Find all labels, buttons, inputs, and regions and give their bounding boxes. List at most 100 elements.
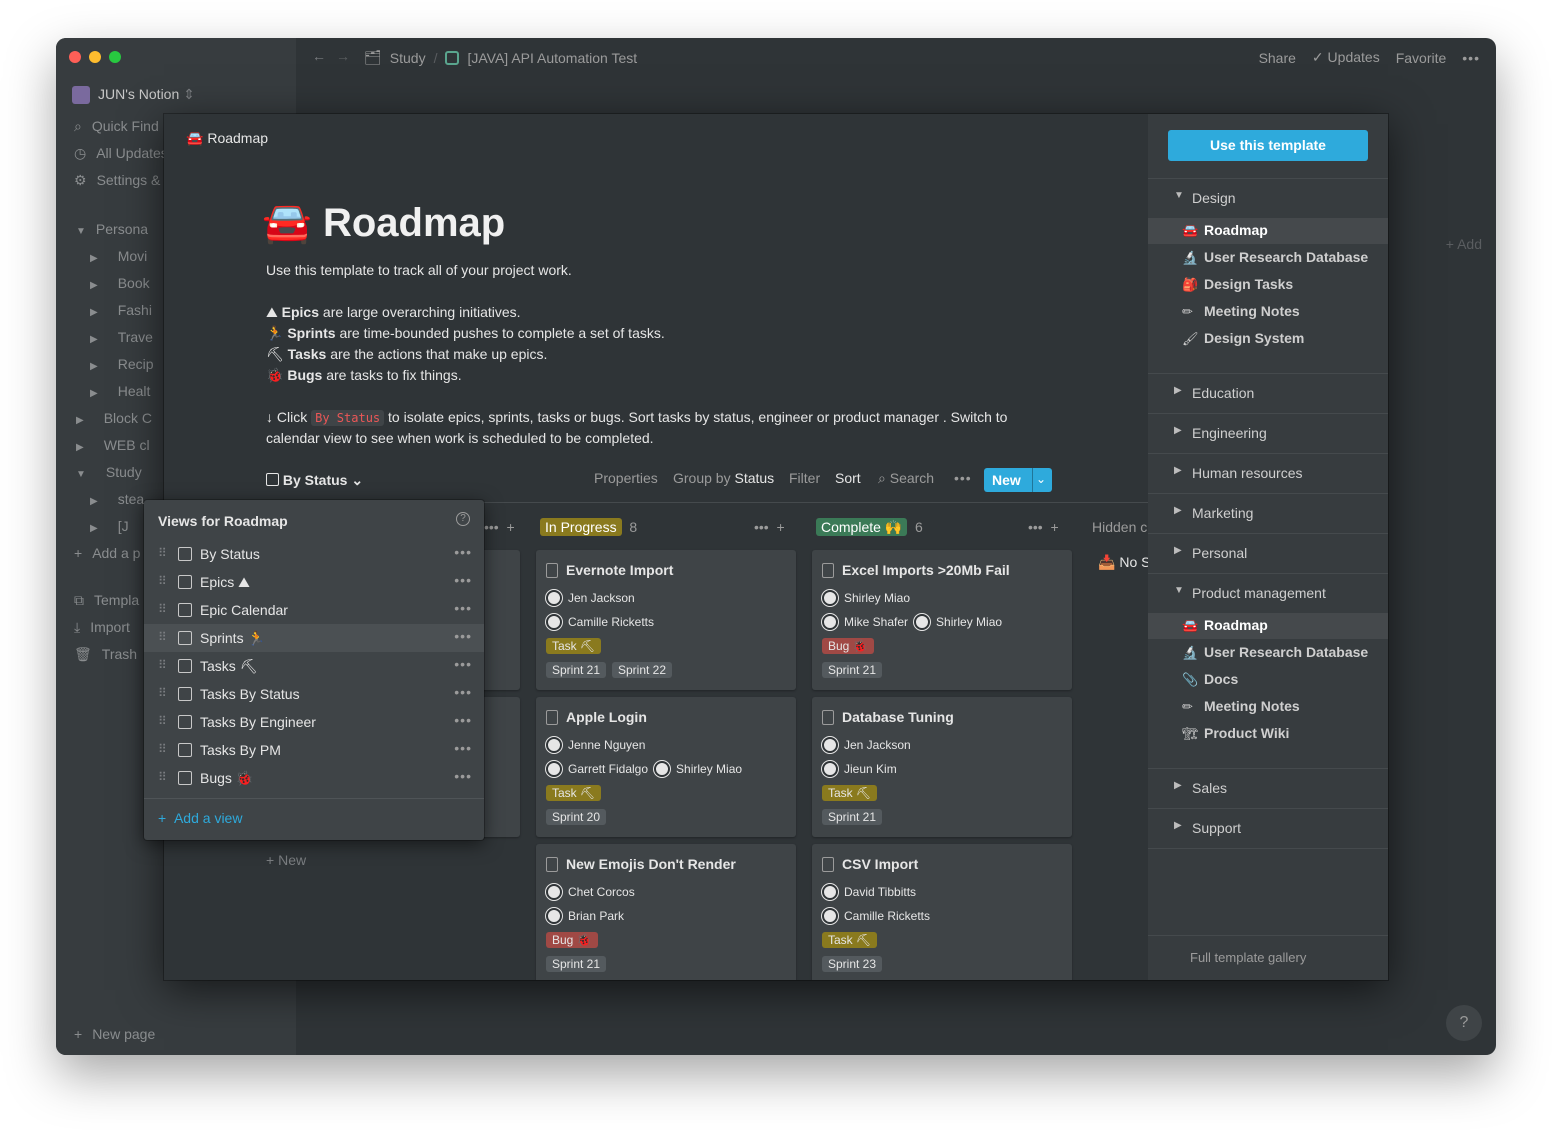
sidebar-page[interactable]: ▶ stea	[90, 491, 144, 507]
breadcrumb-item[interactable]: Study	[390, 50, 426, 66]
template-item[interactable]: ✏ Meeting Notes	[1148, 299, 1388, 325]
sidebar-page[interactable]: ▶ Fashi	[90, 302, 152, 318]
updates-button[interactable]: ✓ Updates	[1312, 49, 1380, 66]
board-card[interactable]: Database Tuning Jen Jackson Jieun Kim Ta…	[812, 697, 1072, 837]
use-template-button[interactable]: Use this template	[1168, 130, 1368, 161]
mountain-icon: ⛰	[266, 304, 278, 320]
card-person: Brian Park	[546, 908, 624, 924]
sidebar-page[interactable]: ▶ WEB cl	[76, 437, 150, 453]
view-row[interactable]: ⠿ By Status •••	[144, 540, 484, 568]
template-item[interactable]: ✏ Meeting Notes	[1148, 694, 1388, 720]
template-item[interactable]: 🏗 Product Wiki	[1148, 721, 1388, 747]
template-item[interactable]: 🔬 User Research Database	[1148, 640, 1388, 666]
more-icon[interactable]: •••	[454, 600, 472, 616]
breadcrumb-item[interactable]: [JAVA] API Automation Test	[467, 50, 637, 66]
sidebar-page[interactable]: ▼ Persona	[76, 221, 148, 237]
template-item-roadmap[interactable]: 🚘 Roadmap	[1148, 218, 1388, 244]
column-header-complete: Complete 🙌 6	[816, 518, 923, 537]
more-icon[interactable]: •••	[454, 712, 472, 728]
more-icon[interactable]: •••	[954, 470, 972, 486]
view-row[interactable]: ⠿ Tasks By PM •••	[144, 736, 484, 764]
view-row[interactable]: ⠿ Epic Calendar •••	[144, 596, 484, 624]
column-menu-hidden[interactable]: ••• +	[484, 519, 515, 537]
templates[interactable]: ⧉ Templa	[74, 592, 139, 609]
more-icon[interactable]: •••	[454, 572, 472, 588]
add-view-button[interactable]: + Add a view	[158, 810, 242, 826]
minimize-window-button[interactable]	[89, 51, 101, 63]
board-card[interactable]: CSV Import David Tibbitts Camille Ricket…	[812, 844, 1072, 980]
view-switcher[interactable]: By Status ⌄	[266, 472, 363, 489]
backpack-icon: 🎒	[1182, 277, 1199, 292]
filter-button[interactable]: Filter	[789, 470, 820, 486]
column-actions[interactable]: ••• +	[754, 519, 785, 537]
template-item[interactable]: 🖌 Design System	[1148, 326, 1388, 352]
card-person: Chet Corcos	[546, 884, 635, 900]
workspace-switcher[interactable]: JUN's Notion ⇕	[72, 86, 195, 105]
search-button[interactable]: ⌕ Search	[878, 470, 934, 487]
new-button[interactable]: New ⌄	[984, 468, 1052, 492]
help-button[interactable]: ?	[1446, 1005, 1482, 1041]
more-icon[interactable]: •••	[454, 656, 472, 672]
card-title: Apple Login	[566, 709, 647, 725]
view-row[interactable]: ⠿ Tasks ⛏ •••	[144, 652, 484, 680]
view-row[interactable]: ⠿ Tasks By Engineer •••	[144, 708, 484, 736]
document-icon	[546, 563, 558, 578]
bug-icon: 🐞	[266, 367, 284, 383]
sidebar-page[interactable]: ▶ Block C	[76, 410, 152, 426]
new-page[interactable]: + New page	[74, 1026, 155, 1042]
import[interactable]: ⤓ Import	[74, 619, 130, 636]
template-item[interactable]: 🔬 User Research Database	[1148, 245, 1388, 271]
view-row[interactable]: ⠿ Epics ⛰ •••	[144, 568, 484, 596]
more-icon[interactable]: •••	[454, 628, 472, 644]
board-card[interactable]: Excel Imports >20Mb Fail Shirley Miao Mi…	[812, 550, 1072, 690]
chevron-down-icon[interactable]: ⌄	[1036, 472, 1046, 486]
column-header-in-progress: In Progress 8	[540, 518, 637, 537]
more-icon[interactable]: •••	[454, 768, 472, 784]
view-row[interactable]: ⠿ Tasks By Status •••	[144, 680, 484, 708]
sidebar-page[interactable]: ▶ [J	[90, 518, 129, 534]
sidebar-page[interactable]: ▶ Movi	[90, 248, 147, 264]
quick-find[interactable]: ⌕ Quick Find	[74, 118, 159, 135]
group-by-button[interactable]: Group by Status	[673, 470, 774, 486]
help-icon[interactable]: ?	[456, 512, 470, 526]
trash[interactable]: 🗑 Trash	[74, 646, 137, 663]
properties-button[interactable]: Properties	[594, 470, 658, 486]
more-icon[interactable]: •••	[1462, 50, 1480, 66]
view-row[interactable]: ⠿ Sprints 🏃 •••	[144, 624, 484, 652]
divider	[1148, 533, 1388, 534]
bug-icon: 🐞	[235, 770, 254, 786]
add-column[interactable]: + Add	[1446, 236, 1482, 252]
no-status-group[interactable]: 📥 No S	[1098, 554, 1148, 571]
board-card[interactable]: Evernote Import Jen Jackson Camille Rick…	[536, 550, 796, 690]
more-icon[interactable]: •••	[454, 684, 472, 700]
share-button[interactable]: Share	[1259, 50, 1296, 66]
close-window-button[interactable]	[69, 51, 81, 63]
add-page[interactable]: + Add a p	[74, 545, 140, 561]
sprint-tag: Sprint 21	[546, 662, 607, 678]
sidebar-page[interactable]: ▶ Book	[90, 275, 150, 291]
settings[interactable]: ⚙ Settings &	[74, 172, 160, 189]
template-item[interactable]: 🎒 Design Tasks	[1148, 272, 1388, 298]
sidebar-page[interactable]: ▶ Trave	[90, 329, 153, 345]
more-icon[interactable]: •••	[454, 740, 472, 756]
forward-arrow-icon[interactable]: →	[336, 48, 350, 64]
all-updates[interactable]: ◷ All Updates	[74, 145, 168, 162]
view-row[interactable]: ⠿ Bugs 🐞 •••	[144, 764, 484, 792]
back-arrow-icon[interactable]: ←	[312, 48, 326, 64]
template-item[interactable]: 📎 Docs	[1148, 667, 1388, 693]
sidebar-page[interactable]: ▼ Study	[76, 464, 142, 480]
favorite-button[interactable]: Favorite	[1396, 50, 1447, 66]
board-card[interactable]: New Emojis Don't Render Chet Corcos Bria…	[536, 844, 796, 980]
board-card[interactable]: Apple Login Jenne Nguyen Garrett Fidalgo…	[536, 697, 796, 837]
sidebar-page[interactable]: ▶ Healt	[90, 383, 150, 399]
check-icon: ✓	[1311, 49, 1324, 65]
full-template-gallery-link[interactable]: Full template gallery	[1190, 950, 1306, 965]
column-actions[interactable]: ••• +	[1028, 519, 1059, 537]
more-icon[interactable]: •••	[454, 544, 472, 560]
add-card-button[interactable]: + New	[266, 852, 306, 868]
table-icon	[178, 659, 192, 673]
template-item-roadmap[interactable]: 🚘 Roadmap	[1148, 613, 1388, 639]
maximize-window-button[interactable]	[109, 51, 121, 63]
sort-button[interactable]: Sort	[835, 470, 861, 486]
sidebar-page[interactable]: ▶ Recip	[90, 356, 154, 372]
